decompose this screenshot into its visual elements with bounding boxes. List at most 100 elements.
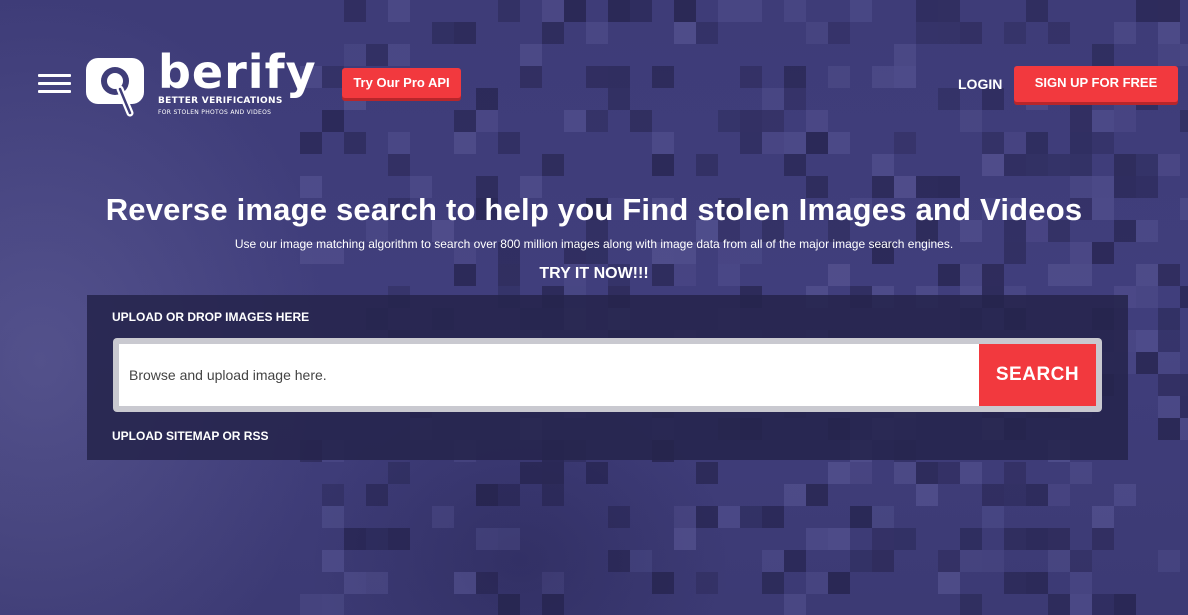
background-pixel [542,0,564,22]
background-pixel [652,132,674,154]
upload-sitemap-link[interactable]: UPLOAD SITEMAP OR RSS [112,429,268,443]
background-pixel [938,22,960,44]
background-pixel [586,110,608,132]
background-pixel [1004,132,1026,154]
background-pixel [1026,154,1048,176]
background-pixel [322,66,344,88]
berify-logo[interactable]: berify BETTER VERIFICATIONS FOR STOLEN P… [84,45,316,121]
upload-drop-label[interactable]: UPLOAD OR DROP IMAGES HERE [112,310,309,324]
background-pixel [586,22,608,44]
background-pixel [300,594,322,615]
background-pixel [476,528,498,550]
background-pixel [806,132,828,154]
background-pixel [784,484,806,506]
background-pixel [740,66,762,88]
background-pixel [542,154,564,176]
logo-wordmark: berify [158,45,317,99]
background-pixel [1180,110,1188,132]
background-pixel [674,506,696,528]
background-pixel [366,572,388,594]
background-pixel [1114,110,1136,132]
try-it-now-text: TRY IT NOW!!! [539,265,649,282]
background-pixel [762,110,784,132]
background-pixel [520,462,542,484]
background-pixel [960,462,982,484]
search-button[interactable]: SEARCH [979,344,1096,406]
background-pixel [630,550,652,572]
try-pro-api-button[interactable]: Try Our Pro API [342,68,461,98]
background-pixel [828,22,850,44]
background-pixel [1114,154,1136,176]
background-pixel [1114,22,1136,44]
background-pixel [388,132,410,154]
background-pixel [586,462,608,484]
background-pixel [1070,132,1092,154]
background-pixel [916,22,938,44]
background-pixel [1158,0,1180,22]
image-upload-input[interactable]: Browse and upload image here. [119,344,979,406]
background-pixel [1180,418,1188,440]
background-pixel [1004,572,1026,594]
background-pixel [784,154,806,176]
background-pixel [916,0,938,22]
background-pixel [784,0,806,22]
background-pixel [696,22,718,44]
background-pixel [784,88,806,110]
background-pixel [1092,132,1114,154]
background-pixel [938,462,960,484]
background-pixel [696,154,718,176]
background-pixel [828,572,850,594]
background-pixel [432,22,454,44]
logo-tagline: BETTER VERIFICATIONS [158,96,283,106]
background-pixel [454,22,476,44]
background-pixel [454,572,476,594]
background-pixel [938,0,960,22]
background-pixel [1180,44,1188,66]
background-pixel [322,594,344,615]
background-pixel [498,0,520,22]
background-pixel [322,110,344,132]
background-pixel [960,528,982,550]
background-pixel [344,528,366,550]
background-pixel [1048,22,1070,44]
background-pixel [1026,528,1048,550]
background-pixel [586,66,608,88]
background-pixel [894,528,916,550]
background-pixel [718,110,740,132]
background-pixel [1180,396,1188,418]
background-pixel [872,506,894,528]
background-pixel [454,110,476,132]
hamburger-menu-icon[interactable] [38,74,71,94]
background-pixel [916,484,938,506]
background-pixel [1180,374,1188,396]
background-pixel [520,66,542,88]
signup-button[interactable]: SIGN UP FOR FREE [1014,66,1178,102]
background-pixel [366,484,388,506]
background-pixel [322,550,344,572]
background-pixel [1004,484,1026,506]
background-pixel [564,0,586,22]
background-pixel [1048,154,1070,176]
background-pixel [608,506,630,528]
background-pixel [960,22,982,44]
background-pixel [1048,550,1070,572]
background-pixel [1070,572,1092,594]
background-pixel [806,528,828,550]
background-pixel [344,0,366,22]
background-pixel [498,484,520,506]
background-pixel [872,66,894,88]
background-pixel [388,44,410,66]
background-pixel [542,572,564,594]
background-pixel [454,132,476,154]
background-pixel [982,484,1004,506]
background-pixel [740,132,762,154]
background-pixel [322,506,344,528]
background-pixel [1136,352,1158,374]
background-pixel [674,22,696,44]
login-link[interactable]: LOGIN [958,76,1002,92]
logo-subtagline: FOR STOLEN PHOTOS AND VIDEOS [158,109,272,116]
background-pixel [762,132,784,154]
background-pixel [850,462,872,484]
background-pixel [806,110,828,132]
background-pixel [1136,286,1158,308]
